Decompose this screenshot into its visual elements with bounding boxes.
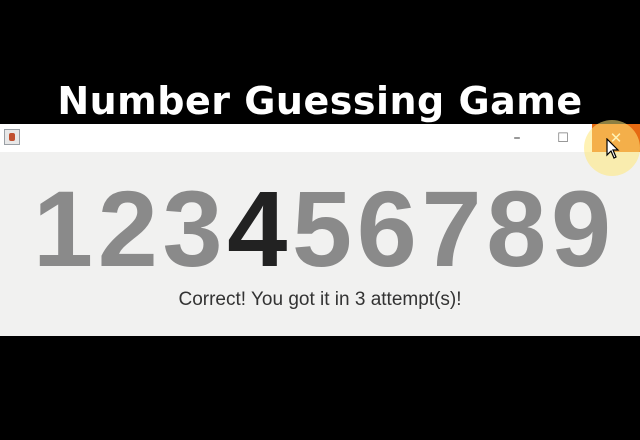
minimize-icon: – (513, 130, 521, 146)
java-app-icon[interactable] (4, 129, 20, 145)
maximize-button[interactable]: ☐ (540, 124, 586, 152)
digit-button-5[interactable]: 5 (291, 164, 353, 294)
mouse-cursor-icon (606, 138, 620, 159)
status-message: Correct! You got it in 3 attempt(s)! (178, 289, 462, 310)
digit-button-1[interactable]: 1 (32, 164, 94, 294)
game-window: – ☐ ✕ 123456789 Correct! You got it in 3… (0, 120, 640, 336)
digit-button-6[interactable]: 6 (356, 164, 418, 294)
digit-button-9[interactable]: 9 (550, 164, 612, 294)
window-titlebar[interactable]: – ☐ ✕ (0, 120, 640, 176)
digit-button-3[interactable]: 3 (162, 164, 224, 294)
digit-button-4[interactable]: 4 (226, 164, 288, 294)
digit-button-8[interactable]: 8 (485, 164, 547, 294)
digit-button-2[interactable]: 2 (97, 164, 159, 294)
minimize-button[interactable]: – (494, 124, 540, 152)
digit-selector: 123456789 (32, 164, 612, 294)
digit-button-7[interactable]: 7 (421, 164, 483, 294)
maximize-icon: ☐ (557, 130, 569, 146)
page-title: Number Guessing Game (57, 79, 583, 123)
